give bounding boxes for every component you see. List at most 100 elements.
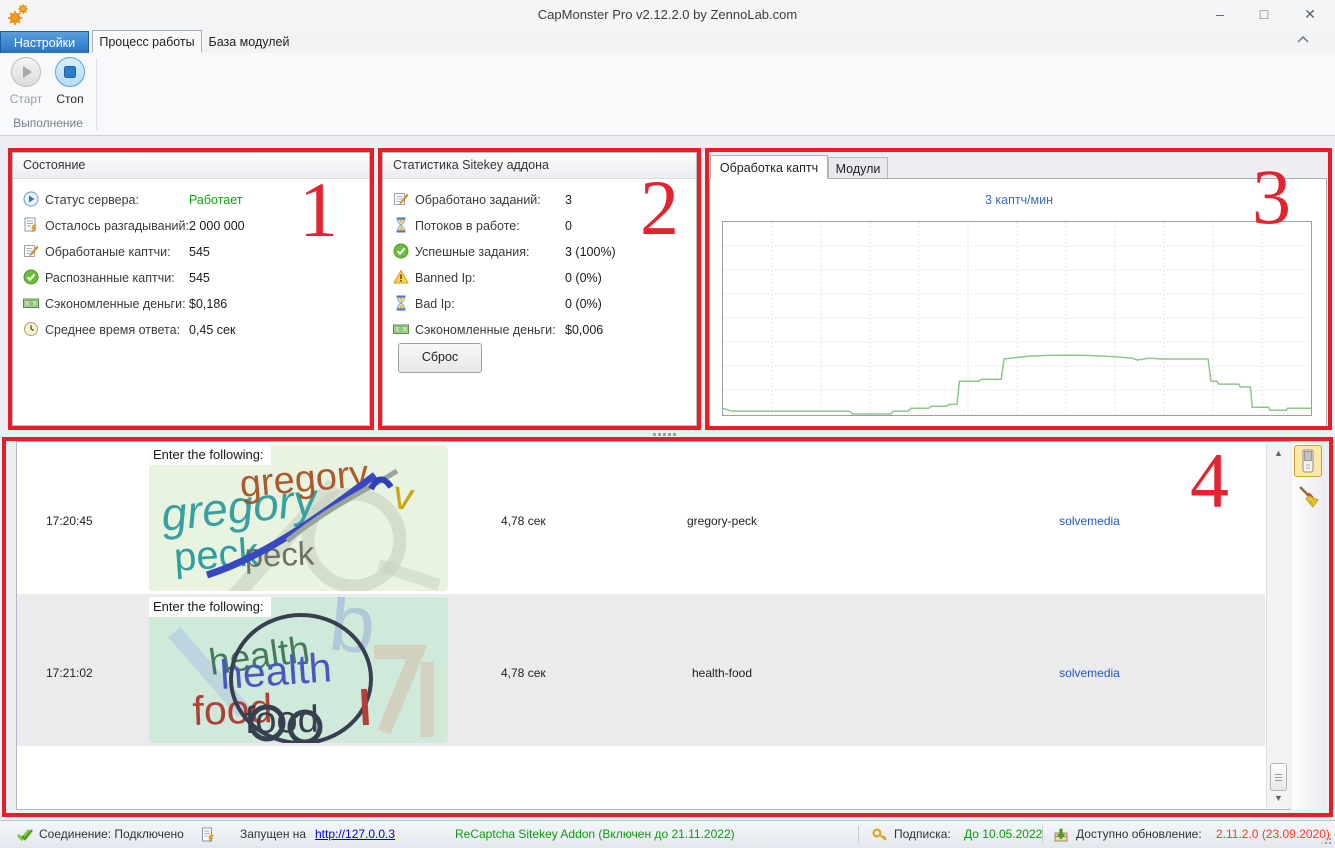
list-tool-strip bbox=[1292, 441, 1325, 810]
hourglass-icon bbox=[393, 295, 409, 311]
start-button[interactable]: Старт bbox=[5, 57, 47, 106]
captcha-rate-chart bbox=[722, 221, 1312, 416]
status-row: Сэкономленные деньги: $0,186 bbox=[13, 295, 369, 317]
sitekey-panel: Статистика Sitekey аддона Обработано зад… bbox=[382, 152, 697, 426]
addon-money-saved-value: $0,006 bbox=[565, 322, 603, 339]
captcha-answer: gregory-peck bbox=[617, 514, 827, 528]
row-label: Осталось разгадываний: bbox=[45, 218, 189, 235]
sitekey-row: Сэкономленные деньги: $0,006 bbox=[383, 321, 696, 343]
tasks-processed-value: 3 bbox=[565, 192, 572, 209]
sitekey-row: Успешные задания: 3 (100%) bbox=[383, 243, 696, 265]
launched-prefix: Запущен на bbox=[240, 827, 306, 841]
row-label: Обработано заданий: bbox=[415, 192, 541, 209]
sitekey-panel-title: Статистика Sitekey аддона bbox=[383, 153, 696, 179]
threads-value: 0 bbox=[565, 218, 572, 235]
bad-ip-value: 0 (0%) bbox=[565, 296, 602, 313]
status-row: Распознанные каптчи: 545 bbox=[13, 269, 369, 291]
broom-icon bbox=[1296, 485, 1320, 509]
captcha-list-row[interactable]: 17:20:45 gregory gregory peck peck v bbox=[17, 442, 1265, 594]
tasks-icon bbox=[23, 217, 39, 233]
row-label: Распознанные каптчи: bbox=[45, 270, 175, 287]
status-row: Среднее время ответа: 0,45 сек bbox=[13, 321, 369, 343]
autoscroll-toggle-button[interactable] bbox=[1294, 445, 1322, 477]
scroll-thumb[interactable] bbox=[1270, 763, 1287, 791]
captcha-answer: health-food bbox=[617, 666, 827, 680]
scroll-up-icon[interactable]: ▲ bbox=[1267, 445, 1290, 461]
successful-tasks-value: 3 (100%) bbox=[565, 244, 616, 261]
chart-line-svg bbox=[723, 222, 1311, 415]
processed-value: 545 bbox=[189, 244, 210, 261]
statusbar-separator bbox=[858, 826, 859, 843]
sitekey-row: Bad Ip: 0 (0%) bbox=[383, 295, 696, 317]
captcha-time: 17:20:45 bbox=[46, 514, 93, 528]
ribbon-group-label: Выполнение bbox=[0, 116, 96, 130]
scroll-down-icon[interactable]: ▼ bbox=[1267, 790, 1290, 806]
statusbar-separator bbox=[1042, 826, 1043, 843]
resize-grip-icon[interactable] bbox=[1329, 842, 1331, 844]
stop-button[interactable]: Стоп bbox=[49, 57, 91, 106]
server-doc-icon bbox=[200, 827, 216, 843]
clock-icon bbox=[23, 321, 39, 337]
row-label: Banned Ip: bbox=[415, 270, 475, 287]
row-label: Обработаные каптчи: bbox=[45, 244, 171, 261]
server-status-value: Работает bbox=[189, 192, 243, 209]
window-title: CapMonster Pro v2.12.2.0 by ZennoLab.com bbox=[0, 0, 1335, 30]
key-icon bbox=[872, 827, 888, 843]
row-label: Статус сервера: bbox=[45, 192, 139, 209]
sitekey-row: Обработано заданий: 3 bbox=[383, 191, 696, 213]
minimize-button[interactable]: – bbox=[1200, 0, 1240, 30]
row-label: Сэкономленные деньги: bbox=[415, 322, 556, 339]
update-label: Доступно обновление: bbox=[1076, 827, 1202, 841]
update-version: 2.11.2.0 (23.09.2020) bbox=[1216, 827, 1330, 841]
start-button-label: Старт bbox=[5, 92, 47, 106]
splitter-grip[interactable] bbox=[653, 433, 683, 437]
reset-button[interactable]: Сброс bbox=[398, 343, 482, 373]
play-circle-icon bbox=[23, 191, 39, 207]
clear-list-button[interactable] bbox=[1296, 485, 1320, 509]
status-row: Статус сервера: Работает bbox=[13, 191, 369, 213]
captcha-prompt: Enter the following: bbox=[149, 597, 271, 617]
tab-process[interactable]: Процесс работы bbox=[92, 30, 202, 53]
row-label: Потоков в работе: bbox=[415, 218, 520, 235]
update-available-icon bbox=[1053, 826, 1070, 843]
stop-icon bbox=[55, 57, 85, 87]
subscription-value: До 10.05.2022 bbox=[964, 827, 1042, 841]
money-saved-value: $0,186 bbox=[189, 296, 227, 313]
close-button[interactable]: ✕ bbox=[1290, 0, 1330, 30]
captcha-list: 17:20:45 gregory gregory peck peck v bbox=[16, 441, 1290, 810]
chart-title: 3 каптч/мин bbox=[710, 193, 1328, 207]
banned-ip-value: 0 (0%) bbox=[565, 270, 602, 287]
remaining-value: 2 000 000 bbox=[189, 218, 245, 235]
statusbar: Соединение: Подключено Запущен на http:/… bbox=[0, 820, 1335, 848]
warning-icon bbox=[393, 269, 409, 285]
captcha-time: 17:21:02 bbox=[46, 666, 93, 680]
captcha-duration: 4,78 сек bbox=[501, 514, 546, 528]
captcha-list-row[interactable]: 17:21:02 b health health food food bbox=[17, 594, 1265, 746]
maximize-button[interactable]: □ bbox=[1244, 0, 1284, 30]
server-url-link[interactable]: http://127.0.0.3 bbox=[315, 827, 395, 841]
captcha-image: gregory gregory peck peck v bbox=[149, 445, 448, 591]
check-circle-icon bbox=[23, 269, 39, 285]
captcha-type-link[interactable]: solvemedia bbox=[1017, 514, 1162, 528]
capmonster-window: CapMonster Pro v2.12.2.0 by ZennoLab.com… bbox=[0, 0, 1335, 848]
collapse-ribbon-button[interactable] bbox=[1292, 33, 1314, 51]
tab-modules[interactable]: Модули bbox=[828, 157, 888, 179]
list-scrollbar[interactable]: ▲ ▼ bbox=[1266, 443, 1290, 808]
edit-note-icon bbox=[393, 191, 409, 207]
hourglass-icon bbox=[393, 217, 409, 233]
tab-modules-db[interactable]: База модулей bbox=[204, 31, 294, 53]
row-label: Сэкономленные деньги: bbox=[45, 296, 186, 313]
connection-status: Соединение: Подключено bbox=[39, 827, 184, 841]
recognized-value: 545 bbox=[189, 270, 210, 287]
tab-settings[interactable]: Настройки bbox=[0, 31, 89, 53]
sitekey-row: Потоков в работе: 0 bbox=[383, 217, 696, 239]
check-circle-icon bbox=[393, 243, 409, 259]
captcha-list-viewport: 17:20:45 gregory gregory peck peck v bbox=[17, 442, 1265, 809]
tab-captcha-processing[interactable]: Обработка каптч bbox=[710, 155, 828, 179]
chart-panel: Обработка каптч Модули 3 каптч/мин bbox=[709, 155, 1328, 428]
captcha-type-link[interactable]: solvemedia bbox=[1017, 666, 1162, 680]
captcha-image: b health health food food bbox=[149, 597, 448, 743]
status-row: Осталось разгадываний: 2 000 000 bbox=[13, 217, 369, 239]
ribbon: Старт Стоп Выполнение bbox=[0, 53, 1335, 136]
connected-check-icon bbox=[16, 827, 34, 843]
